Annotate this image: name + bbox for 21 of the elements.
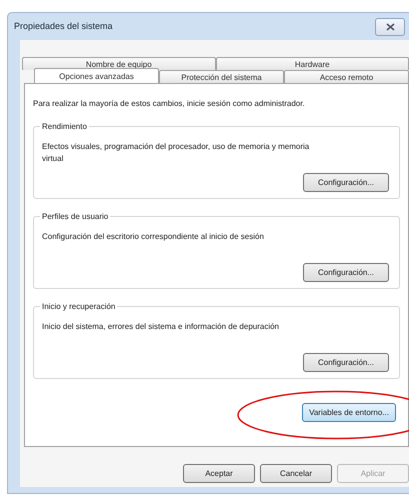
close-icon — [386, 22, 394, 30]
group-title: Inicio y recuperación — [40, 302, 118, 312]
group-title: Rendimiento — [40, 122, 89, 132]
window-title: Propiedades del sistema — [14, 20, 113, 33]
group-description: Efectos visuales, programación del procesador, uso de memoria y memoria virtual — [42, 141, 310, 165]
group-title: Perfiles de usuario — [40, 212, 110, 222]
dialog-button[interactable]: Aceptar — [183, 464, 255, 483]
tab[interactable]: Nombre de equipo — [22, 57, 216, 70]
environment-variables-button[interactable]: Variables de entorno... — [302, 403, 396, 422]
tab[interactable]: Acceso remoto — [284, 70, 409, 83]
dialog-button[interactable]: Cancelar — [260, 464, 332, 483]
settings-button[interactable]: Configuración... — [303, 353, 389, 372]
close-button[interactable] — [375, 18, 405, 36]
tab[interactable]: Hardware — [216, 57, 409, 70]
group-description: Inicio del sistema, errores del sistema e información de depuración — [42, 321, 280, 333]
group-description: Configuración del escritorio correspondiente al inicio de sesión — [42, 231, 265, 243]
notice-text: Para realizar la mayoría de estos cambios, inicie sesión como administrador. — [33, 98, 306, 110]
settings-button[interactable]: Configuración... — [303, 263, 389, 282]
tab[interactable]: Opciones avanzadas — [34, 68, 159, 83]
settings-button[interactable]: Configuración... — [303, 173, 389, 192]
tab[interactable]: Protección del sistema — [159, 70, 284, 83]
